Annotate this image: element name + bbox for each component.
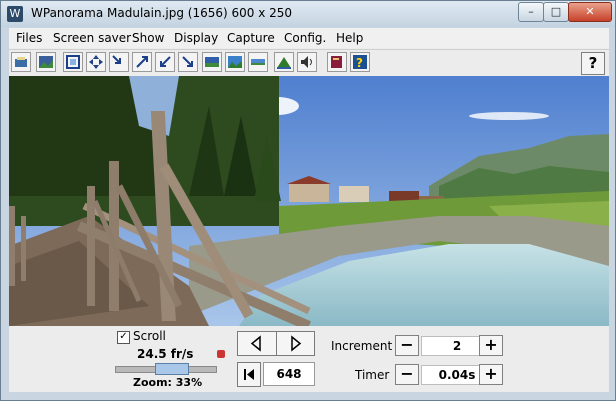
record-icon[interactable]: [217, 350, 225, 358]
open-icon[interactable]: [11, 52, 31, 72]
menu-show[interactable]: Show: [132, 31, 164, 45]
close-button[interactable]: ✕: [568, 2, 612, 22]
title-bar[interactable]: W WPanorama Madulain.jpg (1656) 600 x 25…: [1, 1, 615, 27]
move-icon[interactable]: [86, 52, 106, 72]
direction-buttons: [237, 331, 315, 356]
app-window: W WPanorama Madulain.jpg (1656) 600 x 25…: [0, 0, 616, 401]
increment-minus-button[interactable]: −: [395, 335, 419, 356]
window-title: WPanorama Madulain.jpg (1656) 600 x 250: [31, 6, 293, 20]
increment-label: Increment: [331, 339, 393, 353]
mountain-icon[interactable]: [274, 52, 294, 72]
menu-display[interactable]: Display: [174, 31, 218, 45]
diagonal-out-icon[interactable]: [178, 52, 198, 72]
panorama-image: [9, 76, 609, 326]
timer-minus-button[interactable]: −: [395, 364, 419, 385]
scroll-left-button[interactable]: [238, 332, 277, 355]
frame-rate: 24.5 fr/s: [137, 347, 194, 361]
svg-text:?: ?: [356, 56, 363, 70]
maximize-button[interactable]: □: [543, 2, 569, 22]
view-icon[interactable]: [202, 52, 222, 72]
rewind-button[interactable]: [237, 362, 261, 387]
picture-icon[interactable]: [36, 52, 56, 72]
scroll-checkbox[interactable]: ✓: [117, 331, 130, 344]
diagonal-in-icon[interactable]: [155, 52, 175, 72]
landscape-icon[interactable]: [225, 52, 245, 72]
menu-config[interactable]: Config.: [284, 31, 326, 45]
sound-icon[interactable]: [297, 52, 317, 72]
zoom-level: Zoom: 33%: [133, 376, 203, 389]
help-button[interactable]: ?: [581, 52, 605, 75]
menu-capture[interactable]: Capture: [227, 31, 275, 45]
position-counter: 648: [263, 362, 315, 386]
minimize-button[interactable]: –: [518, 2, 544, 22]
menu-bar: Files Screen saver Show Display Capture …: [9, 28, 609, 48]
control-panel: ✓ Scroll 24.5 fr/s Zoom: 33% 648 Increme…: [9, 326, 609, 392]
shrink-icon[interactable]: [109, 52, 129, 72]
menu-screen-saver[interactable]: Screen saver: [53, 31, 131, 45]
increment-plus-button[interactable]: +: [479, 335, 503, 356]
menu-help[interactable]: Help: [336, 31, 363, 45]
expand-icon[interactable]: [132, 52, 152, 72]
strip-icon[interactable]: [248, 52, 268, 72]
panorama-view[interactable]: [9, 76, 609, 326]
toolbar: ? ?: [9, 49, 609, 77]
help-question-icon[interactable]: ?: [350, 52, 370, 72]
timer-plus-button[interactable]: +: [479, 364, 503, 385]
app-icon[interactable]: W: [7, 6, 23, 22]
timer-label: Timer: [355, 368, 390, 382]
book-icon[interactable]: [327, 52, 347, 72]
menu-files[interactable]: Files: [16, 31, 42, 45]
scroll-label: Scroll: [133, 329, 166, 343]
client-area: Files Screen saver Show Display Capture …: [9, 28, 609, 392]
speed-slider-thumb[interactable]: [155, 363, 189, 375]
frame-icon[interactable]: [63, 52, 83, 72]
scroll-right-button[interactable]: [277, 332, 314, 355]
